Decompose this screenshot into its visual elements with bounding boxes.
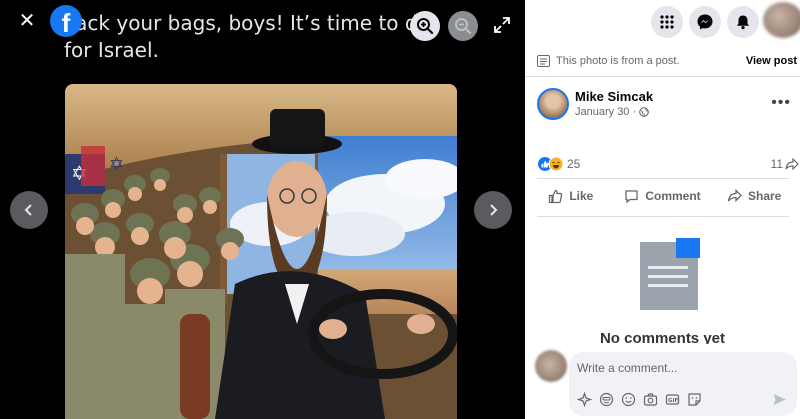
author-avatar[interactable]: [537, 88, 569, 120]
top-navigation: [525, 0, 800, 44]
svg-text:✡: ✡: [109, 154, 124, 175]
reaction-count[interactable]: 25: [567, 157, 580, 171]
comment-tools: GIF: [577, 392, 702, 407]
globe-icon: [639, 107, 650, 117]
share-count[interactable]: 11: [771, 157, 799, 171]
photo-illustration: ✡ ✡: [65, 84, 457, 419]
expand-icon[interactable]: [493, 16, 511, 34]
notice-text: This photo is from a post.: [556, 55, 680, 67]
svg-text:GIF: GIF: [668, 398, 679, 404]
like-label: Like: [569, 189, 594, 203]
share-icon: [727, 189, 742, 203]
document-icon: [537, 55, 550, 67]
like-icon: [549, 189, 563, 203]
comment-button[interactable]: Comment: [617, 182, 709, 210]
gif-icon[interactable]: GIF: [665, 392, 680, 407]
post-side-panel: This photo is from a post. View post Mik…: [525, 0, 800, 419]
divider: [525, 76, 800, 77]
comment-icon: [625, 189, 638, 203]
avatar: [535, 350, 567, 382]
previous-photo-button[interactable]: [10, 191, 48, 229]
send-icon[interactable]: [772, 392, 787, 407]
messenger-icon[interactable]: [689, 6, 721, 38]
post-actions: Like Comment Share: [525, 182, 800, 210]
empty-state-title: No comments yet: [599, 330, 726, 344]
empty-comments-illustration: [640, 238, 700, 310]
avatar-icon[interactable]: [599, 392, 614, 407]
close-icon[interactable]: ✕: [14, 8, 40, 34]
reaction-summary: 25 11: [537, 156, 799, 174]
camera-icon[interactable]: [643, 392, 658, 407]
comment-label: Comment: [645, 189, 701, 203]
post-date-text[interactable]: January 30 ·: [575, 106, 636, 118]
reaction-icons[interactable]: [537, 156, 565, 172]
haha-icon: [548, 156, 564, 172]
sticker-face-icon[interactable]: [687, 392, 702, 407]
account-avatar[interactable]: [763, 2, 800, 38]
share-button[interactable]: Share: [708, 182, 800, 210]
bell-icon[interactable]: [727, 6, 759, 38]
post-date: January 30 ·: [575, 106, 650, 118]
chevron-left-icon: [24, 204, 32, 216]
share-label: Share: [748, 189, 782, 203]
menu-grid-icon[interactable]: [651, 6, 683, 38]
meme-caption: Pack your bags, boys! It’s time to die f…: [64, 11, 436, 62]
next-photo-button[interactable]: [474, 191, 512, 229]
post-photo: ✡ ✡: [65, 84, 457, 419]
share-icon: [785, 158, 799, 170]
like-button[interactable]: Like: [525, 182, 617, 210]
comment-input[interactable]: Write a comment... GIF: [569, 352, 797, 416]
chevron-right-icon: [490, 204, 498, 216]
comment-composer: Write a comment... GIF: [525, 344, 800, 419]
comment-placeholder: Write a comment...: [577, 361, 678, 375]
facebook-logo[interactable]: f: [50, 5, 82, 38]
author-name[interactable]: Mike Simcak: [575, 89, 653, 104]
photo-viewer: ✕ f Pack your bags, boys! It’s time to d…: [0, 0, 525, 419]
divider: [537, 216, 789, 217]
emoji-icon[interactable]: [621, 392, 636, 407]
divider: [537, 178, 789, 179]
zoom-out-icon[interactable]: [448, 11, 478, 41]
view-post-link[interactable]: View post: [746, 55, 797, 67]
post-author: Mike Simcak January 30 · •••: [537, 88, 797, 124]
more-icon[interactable]: •••: [771, 94, 791, 112]
share-count-text: 11: [770, 157, 783, 171]
sticker-icon[interactable]: [577, 392, 592, 407]
zoom-in-icon[interactable]: [410, 11, 440, 41]
photo-source-notice: This photo is from a post. View post: [537, 52, 797, 70]
